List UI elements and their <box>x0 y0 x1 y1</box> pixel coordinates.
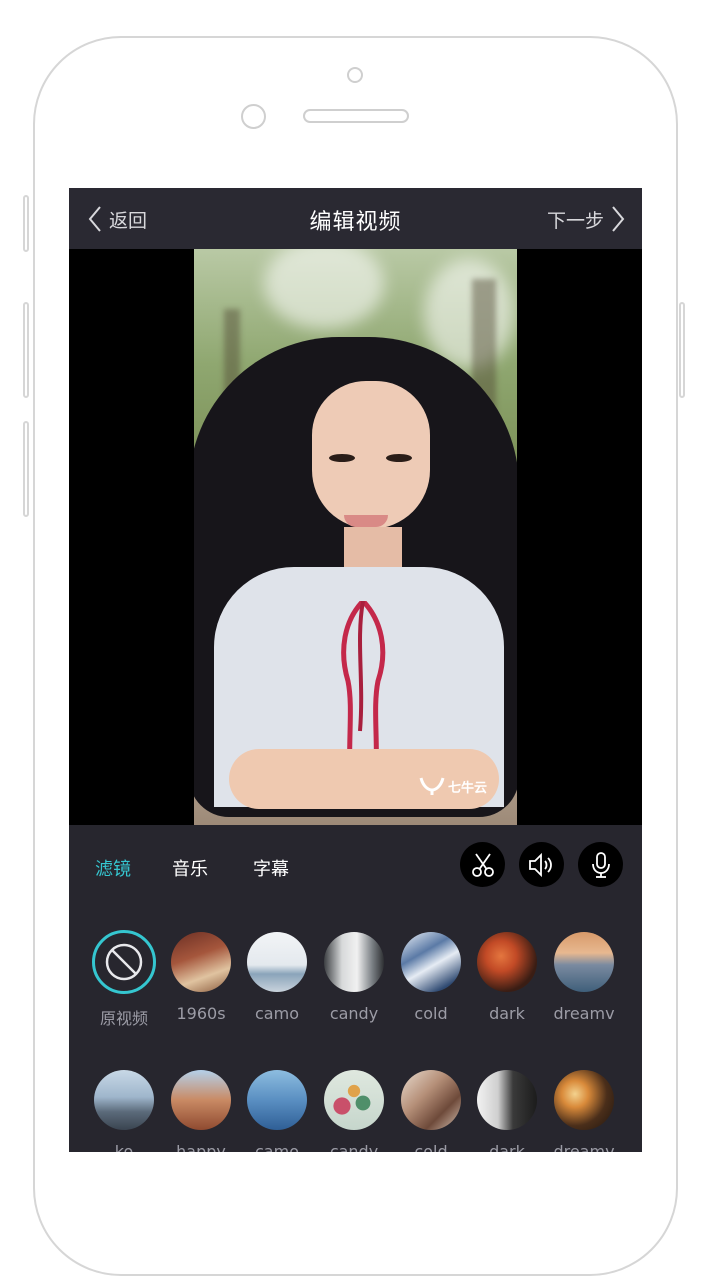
subject-neck <box>344 527 402 567</box>
filter-thumb <box>324 932 384 992</box>
qiniu-logo-icon <box>419 777 445 795</box>
filter-dark-2[interactable]: dark <box>467 1070 547 1152</box>
filter-thumb <box>94 1070 154 1130</box>
next-button[interactable]: 下一步 <box>547 205 626 233</box>
volume-down-button <box>23 421 29 517</box>
filter-cold-2[interactable]: cold <box>391 1070 471 1152</box>
filter-label: candy <box>329 1004 379 1023</box>
filter-thumb <box>554 932 614 992</box>
volume-button[interactable] <box>519 842 564 887</box>
filter-thumb <box>401 1070 461 1130</box>
filter-label: dreamv <box>553 1142 615 1152</box>
filter-label: cold <box>414 1142 448 1152</box>
filter-label: dreamv <box>553 1004 615 1023</box>
app-screen: 返回 编辑视频 下一步 七牛云 滤镜 音乐 字幕 原视频 1960s camo … <box>69 188 642 1152</box>
filter-thumb <box>247 932 307 992</box>
filter-thumb <box>324 1070 384 1130</box>
no-filter-icon <box>105 943 143 981</box>
video-preview-area[interactable]: 七牛云 <box>69 249 642 825</box>
subject-mouth <box>344 515 388 527</box>
filter-thumb <box>171 1070 231 1130</box>
tab-music[interactable]: 音乐 <box>172 855 208 881</box>
filter-label: camo <box>255 1004 299 1023</box>
edit-toolbar: 滤镜 音乐 字幕 <box>69 825 642 909</box>
filter-label: camo <box>255 1142 299 1152</box>
power-button <box>679 302 685 398</box>
silent-switch <box>23 195 29 252</box>
next-label: 下一步 <box>546 209 604 232</box>
volume-up-button <box>23 302 29 398</box>
earpiece-speaker <box>303 109 409 123</box>
qiniu-watermark: 七牛云 <box>419 773 487 799</box>
filter-camo-2[interactable]: camo <box>237 1070 317 1152</box>
filter-dreamv-2[interactable]: dreamv <box>544 1070 624 1152</box>
subject-eye <box>329 454 355 462</box>
filter-candy-2[interactable]: candy <box>314 1070 394 1152</box>
proximity-sensor <box>241 104 266 129</box>
filter-label: dark <box>489 1142 525 1152</box>
filter-dark[interactable]: dark <box>467 932 547 1023</box>
filter-label: dark <box>489 1004 525 1023</box>
filter-thumb <box>171 932 231 992</box>
filter-label: happy <box>176 1142 226 1152</box>
microphone-icon <box>591 851 610 878</box>
filter-thumb <box>477 932 537 992</box>
filter-label: ko <box>114 1142 134 1152</box>
filter-label: 原视频 <box>99 1009 148 1028</box>
filter-label: cold <box>414 1004 448 1023</box>
nav-bar: 返回 编辑视频 下一步 <box>69 188 642 249</box>
watermark-text: 七牛云 <box>448 780 488 796</box>
chevron-right-icon <box>612 206 625 232</box>
filter-label: candy <box>329 1142 379 1152</box>
subject-face <box>312 381 430 529</box>
filter-candy[interactable]: candy <box>314 932 394 1023</box>
filter-ko[interactable]: ko <box>84 1070 164 1152</box>
voiceover-button[interactable] <box>578 842 623 887</box>
trim-button[interactable] <box>460 842 505 887</box>
bokeh-highlight <box>424 259 514 369</box>
filter-dreamv[interactable]: dreamv <box>544 932 624 1023</box>
filter-happy[interactable]: happy <box>161 1070 241 1152</box>
filter-thumb <box>554 1070 614 1130</box>
front-camera <box>347 67 363 83</box>
video-frame[interactable]: 七牛云 <box>194 249 517 825</box>
tab-subtitles[interactable]: 字幕 <box>253 855 289 881</box>
filter-thumb <box>477 1070 537 1130</box>
scissors-icon <box>471 852 494 877</box>
filter-1960s[interactable]: 1960s <box>161 932 241 1023</box>
filter-label: 1960s <box>176 1004 226 1023</box>
filter-thumb-selected <box>92 930 156 994</box>
filter-camo[interactable]: camo <box>237 932 317 1023</box>
filter-thumb <box>247 1070 307 1130</box>
subject-eye <box>386 454 412 462</box>
bokeh-highlight <box>264 249 384 329</box>
speaker-icon <box>528 852 552 877</box>
filter-original[interactable]: 原视频 <box>84 930 164 1029</box>
filter-thumb <box>401 932 461 992</box>
filter-cold[interactable]: cold <box>391 932 471 1023</box>
tab-filters[interactable]: 滤镜 <box>95 855 131 881</box>
